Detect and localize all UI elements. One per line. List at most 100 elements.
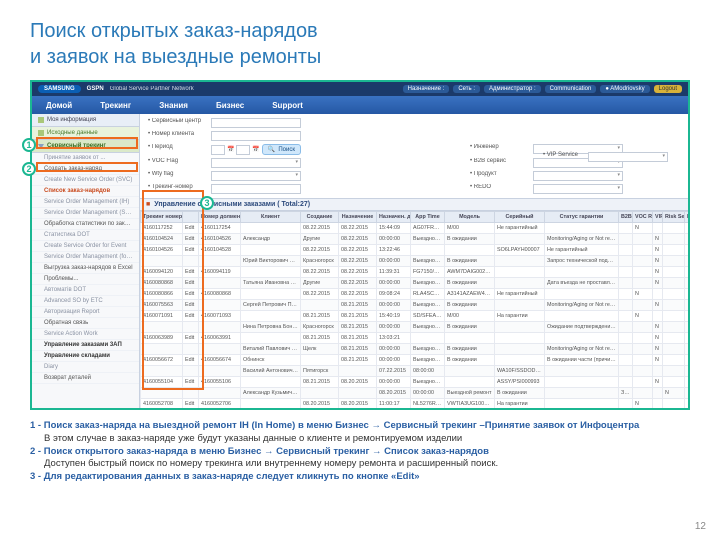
filter-input[interactable]: [211, 131, 301, 141]
sidebar-item[interactable]: Service Order Management (for Event): [32, 252, 139, 263]
nav-knowledge[interactable]: Знания: [159, 101, 188, 110]
sidebar-band-myinfo[interactable]: Моя информация: [32, 114, 139, 127]
tracking-link[interactable]: 4160052708: [141, 399, 183, 409]
sidebar-item[interactable]: Cтатистика DOT: [32, 230, 139, 241]
grid-header[interactable]: Risk Reason: [685, 212, 689, 223]
top-chip-user[interactable]: ● AModriovsky: [600, 85, 649, 93]
grid-header[interactable]: VOC REDO: [633, 212, 653, 223]
tracking-link[interactable]: 4160080868: [141, 278, 183, 289]
top-chip[interactable]: Сеть :: [453, 85, 480, 93]
sidebar-item[interactable]: Service Order Management (SOS): [32, 208, 139, 219]
sidebar-item[interactable]: Aвтоматів DOT: [32, 285, 139, 296]
sidebar-item[interactable]: Выгрузка заказ-нарядов в Excel: [32, 263, 139, 274]
grid-header[interactable]: Назначен. дата: [377, 212, 411, 223]
table-row[interactable]: 4160117252Edit416011725408.22.201508.22.…: [141, 223, 689, 234]
table-row[interactable]: 4160075563EditСергей Петрович Петров08.2…: [141, 300, 689, 311]
sidebar-item[interactable]: Создать заказ-наряд: [32, 164, 139, 175]
edit-button[interactable]: Edit: [183, 333, 199, 344]
grid-header[interactable]: B2B: [619, 212, 633, 223]
sidebar-item[interactable]: Service Action Work: [32, 329, 139, 340]
sidebar-item[interactable]: Управление заказами 3AП: [32, 340, 139, 351]
nav-tracking[interactable]: Трекинг: [100, 101, 131, 110]
table-row[interactable]: 4160094120Edit416009411908.22.201508.22.…: [141, 267, 689, 278]
tracking-link[interactable]: 4160063989: [141, 333, 183, 344]
nav-support[interactable]: Support: [272, 101, 303, 110]
table-row[interactable]: 4160071091Edit416007109308.21.201508.21.…: [141, 311, 689, 322]
sidebar-item[interactable]: Diary: [32, 362, 139, 373]
filter-select[interactable]: [211, 158, 301, 168]
sidebar-item[interactable]: Управление складами: [32, 351, 139, 362]
edit-button[interactable]: Edit: [183, 300, 199, 311]
calendar-icon[interactable]: 📅: [227, 146, 234, 153]
sidebar-band-tracking[interactable]: Сервисный трекинг: [32, 140, 139, 153]
sidebar-item[interactable]: Create Service Order for Event: [32, 241, 139, 252]
edit-button[interactable]: Edit: [183, 245, 199, 256]
table-row[interactable]: Василий Антонович ТимофеевПятигорск07.22…: [141, 366, 689, 377]
nav-business[interactable]: Бизнес: [216, 101, 244, 110]
grid-header[interactable]: VIP: [653, 212, 663, 223]
grid-header[interactable]: Клиент: [241, 212, 301, 223]
tracking-link[interactable]: 4160075563: [141, 300, 183, 311]
sidebar-item[interactable]: Принятие заявок от ...: [32, 153, 139, 164]
table-row[interactable]: 4160063989Edit416006399108.21.201508.21.…: [141, 333, 689, 344]
tracking-link[interactable]: 4160104524: [141, 234, 183, 245]
sidebar-item[interactable]: Авторизация Report: [32, 307, 139, 318]
edit-button[interactable]: Edit: [183, 234, 199, 245]
table-row[interactable]: 4160055104Edit416005510608.21.201508.20.…: [141, 377, 689, 388]
tracking-link[interactable]: 4160094120: [141, 267, 183, 278]
edit-button[interactable]: Edit: [183, 278, 199, 289]
edit-button[interactable]: Edit: [183, 289, 199, 300]
tracking-link[interactable]: 4160117252: [141, 223, 183, 234]
grid-header[interactable]: Создание: [301, 212, 339, 223]
grid-header[interactable]: Модель: [445, 212, 495, 223]
sidebar-item[interactable]: Create New Service Order (SVC): [32, 175, 139, 186]
edit-button[interactable]: Edit: [183, 223, 199, 234]
table-row[interactable]: 4160104526Edit416010452808.22.201508.22.…: [141, 245, 689, 256]
grid-header[interactable]: Трекинг номер: [141, 212, 183, 223]
table-row[interactable]: 4160080866Edit416008086808.22.201508.22.…: [141, 289, 689, 300]
table-row[interactable]: Юрий Викторович ВиноградКрасногорск08.22…: [141, 256, 689, 267]
filter-select[interactable]: [533, 184, 623, 194]
tracking-link[interactable]: 4160071091: [141, 311, 183, 322]
sidebar-item[interactable]: Возврат деталей: [32, 373, 139, 384]
top-chip[interactable]: Администратор :: [484, 85, 541, 93]
grid-header[interactable]: Серийный: [495, 212, 545, 223]
grid-header[interactable]: Risk Sensing: [663, 212, 685, 223]
grid-header[interactable]: [183, 212, 199, 223]
table-row[interactable]: 4160052708Edit416005270608.20.201508.20.…: [141, 399, 689, 409]
sidebar-item[interactable]: Обратная связь: [32, 318, 139, 329]
table-row[interactable]: 4160080868EditТатьяна Ивановна Афанасьев…: [141, 278, 689, 289]
edit-button[interactable]: Edit: [183, 355, 199, 366]
grid-header[interactable]: Назначение: [339, 212, 377, 223]
tracking-link[interactable]: 4160056672: [141, 355, 183, 366]
filter-input[interactable]: [211, 118, 301, 128]
sidebar-item[interactable]: Advanced SO by ETC: [32, 296, 139, 307]
sidebar-item[interactable]: Service Order Management (IH): [32, 197, 139, 208]
table-row[interactable]: 4160056672Edit4160056674Обнинск08.21.201…: [141, 355, 689, 366]
filter-select[interactable]: [588, 152, 668, 162]
tracking-link[interactable]: 4160104526: [141, 245, 183, 256]
sidebar-item-order-list[interactable]: Список заказ-нарядов: [32, 186, 139, 197]
top-chip[interactable]: Назначение :: [403, 85, 450, 93]
edit-button[interactable]: Edit: [183, 399, 199, 409]
sidebar-item[interactable]: Обработка статистики по заказ-...: [32, 219, 139, 230]
search-button[interactable]: 🔍Поиск: [262, 144, 301, 155]
grid-header[interactable]: App Time: [411, 212, 445, 223]
tracking-link[interactable]: 4160080866: [141, 289, 183, 300]
filter-date-to[interactable]: [236, 145, 250, 155]
edit-button[interactable]: Edit: [183, 267, 199, 278]
grid-header[interactable]: Статус гарантии: [545, 212, 619, 223]
table-row[interactable]: Александр Кузьмич Скрипин08.20.201500:00…: [141, 388, 689, 399]
table-row[interactable]: Виталий Павлович ФилаточевЩелк08.21.2015…: [141, 344, 689, 355]
filter-select[interactable]: [211, 171, 301, 181]
table-row[interactable]: Нина Петровна БондарьКрасногорск08.21.20…: [141, 322, 689, 333]
edit-button[interactable]: Edit: [183, 377, 199, 388]
grid-header[interactable]: Номер долмента АСЦ: [199, 212, 241, 223]
calendar-icon[interactable]: 📅: [252, 146, 259, 153]
tracking-link[interactable]: 4160055104: [141, 377, 183, 388]
sidebar-band-source[interactable]: Исходные данные: [32, 127, 139, 140]
top-chip[interactable]: Communication: [545, 85, 597, 93]
edit-button[interactable]: Edit: [183, 311, 199, 322]
filter-select[interactable]: [533, 171, 623, 181]
nav-home[interactable]: Домой: [46, 101, 72, 110]
